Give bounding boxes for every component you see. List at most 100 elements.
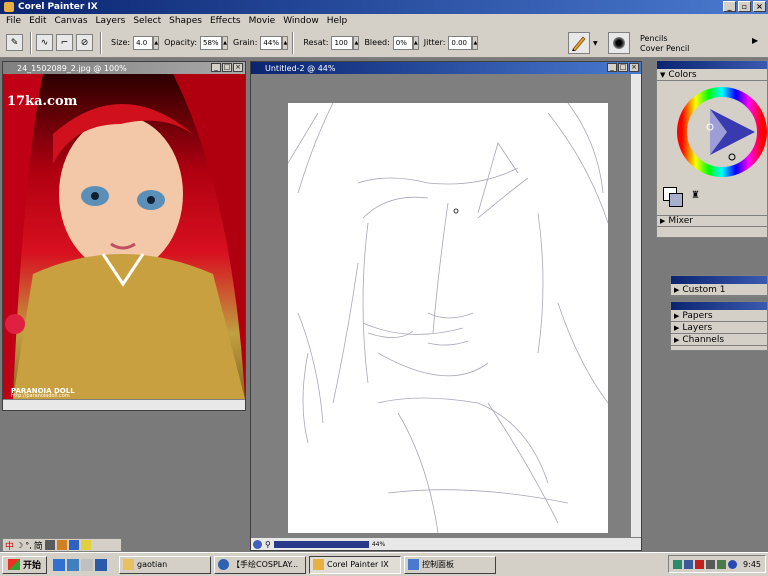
menu-shapes[interactable]: Shapes: [165, 16, 206, 26]
resat-stepper[interactable]: ▲: [353, 35, 360, 50]
menu-edit[interactable]: Edit: [25, 16, 50, 26]
additional-color-swatch[interactable]: [669, 193, 683, 207]
printer-icon[interactable]: [706, 559, 716, 569]
menu-movie[interactable]: Movie: [245, 16, 280, 26]
jitter-stepper[interactable]: ▲: [472, 35, 479, 50]
layers-header[interactable]: ▶ Layers: [671, 322, 767, 334]
menu-select[interactable]: Select: [129, 16, 165, 26]
channels-header[interactable]: ▶ Channels: [671, 334, 767, 346]
menu-window[interactable]: Window: [279, 16, 323, 26]
bleed-stepper[interactable]: ▲: [412, 35, 419, 50]
menu-file[interactable]: File: [2, 16, 25, 26]
reference-window-title-bar[interactable]: 24_1502089_2.jpg @ 100% _ □ ×: [3, 62, 245, 74]
brush-tool-icon[interactable]: ✎: [6, 34, 23, 51]
colors-panel-bar[interactable]: [657, 61, 767, 69]
colors-panel-header[interactable]: ▼ Colors: [657, 69, 767, 81]
ime-punct-icon[interactable]: °,: [25, 541, 32, 550]
ime-chinese-mode[interactable]: 中: [5, 539, 14, 552]
drawing-paper[interactable]: [287, 102, 609, 534]
stroke-straight-icon[interactable]: ⌐: [56, 34, 73, 51]
jitter-input[interactable]: 0.00: [448, 35, 473, 50]
help-icon[interactable]: [80, 540, 91, 550]
palette-bar[interactable]: [671, 302, 767, 310]
taskbar-button-cosplay[interactable]: 【手绘COSPLAY...: [214, 555, 307, 574]
grain-input[interactable]: 44%: [260, 35, 283, 50]
stroke-freehand-icon[interactable]: ∿: [36, 34, 53, 51]
globe-icon[interactable]: [253, 539, 262, 549]
opacity-stepper[interactable]: ▲: [222, 35, 229, 50]
desktop-icon[interactable]: [81, 558, 94, 571]
tray-icon-1[interactable]: [673, 559, 683, 569]
brush-selector-arrow-icon[interactable]: ▶: [752, 36, 758, 45]
antivirus-icon[interactable]: [695, 559, 705, 569]
menu-help[interactable]: Help: [323, 16, 352, 26]
papers-header[interactable]: ▶ Papers: [671, 310, 767, 322]
brush-selector[interactable]: ▼ Pencils Cover Pencil ▶: [568, 30, 768, 56]
zoom-slider[interactable]: [273, 540, 369, 548]
clock: 9:45: [743, 559, 761, 569]
canvas-close-button[interactable]: ×: [629, 63, 639, 72]
opacity-input[interactable]: 58%: [200, 35, 223, 50]
taskbar-button-gaotian[interactable]: gaotian: [119, 555, 212, 574]
canvas-minimize-button[interactable]: _: [607, 63, 617, 72]
keyboard-icon[interactable]: [44, 540, 55, 550]
bleed-input[interactable]: 0%: [392, 35, 413, 50]
category-dropdown-arrow-icon[interactable]: ▼: [593, 40, 598, 47]
tray-icon-2[interactable]: [684, 559, 694, 569]
channels-title: Channels: [682, 334, 725, 345]
ime-bar: 中 ☽ °, 简: [2, 538, 122, 552]
close-button[interactable]: ×: [753, 1, 766, 12]
custom-palette-bar[interactable]: [671, 276, 767, 284]
mixer-panel-header[interactable]: ▶ Mixer: [657, 215, 767, 227]
ime-moon-icon[interactable]: ☽: [16, 541, 23, 550]
canvas-area[interactable]: [251, 74, 641, 537]
canvas-vertical-scrollbar[interactable]: [630, 74, 641, 537]
app-title-bar: Corel Painter IX _ ▫ ×: [0, 0, 768, 14]
colors-panel-title: Colors: [668, 69, 697, 80]
expand-arrow-icon[interactable]: ▶: [674, 336, 679, 344]
grain-stepper[interactable]: ▲: [282, 35, 289, 50]
clone-color-icon[interactable]: ♜: [691, 191, 703, 203]
network-icon[interactable]: [717, 559, 727, 569]
pencil-category-icon[interactable]: [568, 32, 590, 54]
zoom-value: 44%: [371, 540, 386, 548]
settings-icon[interactable]: [68, 540, 79, 550]
size-stepper[interactable]: ▲: [153, 35, 160, 50]
custom-palette-header[interactable]: ▶ Custom 1: [671, 284, 767, 296]
ime-simplified[interactable]: 简: [34, 539, 43, 552]
expand-arrow-icon[interactable]: ▶: [660, 217, 665, 225]
browser-icon[interactable]: [67, 558, 80, 571]
reference-window-title: 24_1502089_2.jpg @ 100%: [17, 63, 127, 73]
tools-icon[interactable]: [56, 540, 67, 550]
messenger-icon[interactable]: [728, 559, 738, 569]
expand-arrow-icon[interactable]: ▶: [674, 312, 679, 320]
color-wheel[interactable]: [677, 87, 767, 177]
taskbar-button-painter[interactable]: Corel Painter IX: [309, 555, 402, 574]
taskbar-button-control-panel[interactable]: 控制面板: [404, 555, 497, 574]
maximize-button[interactable]: ▫: [738, 1, 751, 12]
expand-arrow-icon[interactable]: ▶: [674, 286, 679, 294]
quick-launch: [53, 558, 108, 571]
menu-effects[interactable]: Effects: [206, 16, 245, 26]
expand-arrow-icon[interactable]: ▶: [674, 324, 679, 332]
brush-variant-dab-icon[interactable]: [608, 32, 630, 54]
zoom-icon[interactable]: ⚲: [265, 540, 271, 549]
windows-logo-icon: [8, 559, 20, 570]
media-icon[interactable]: [95, 558, 108, 571]
resat-input[interactable]: 100: [331, 35, 354, 50]
stroke-clone-icon[interactable]: ⊘: [76, 34, 93, 51]
canvas-maximize-button[interactable]: □: [618, 63, 628, 72]
doc-maximize-button[interactable]: □: [222, 63, 232, 72]
reference-horizontal-scrollbar[interactable]: [3, 399, 245, 410]
menu-canvas[interactable]: Canvas: [51, 16, 92, 26]
menu-layers[interactable]: Layers: [92, 16, 130, 26]
size-input[interactable]: 4.0: [133, 35, 154, 50]
doc-close-button[interactable]: ×: [233, 63, 243, 72]
ie-icon[interactable]: [53, 558, 66, 571]
canvas-window-title-bar[interactable]: Untitled-2 @ 44% _ □ ×: [251, 62, 641, 74]
browser-window-icon: [218, 559, 230, 570]
doc-minimize-button[interactable]: _: [211, 63, 221, 72]
minimize-button[interactable]: _: [723, 1, 736, 12]
collapse-arrow-icon[interactable]: ▼: [660, 71, 665, 79]
start-button[interactable]: 开始: [2, 555, 48, 574]
